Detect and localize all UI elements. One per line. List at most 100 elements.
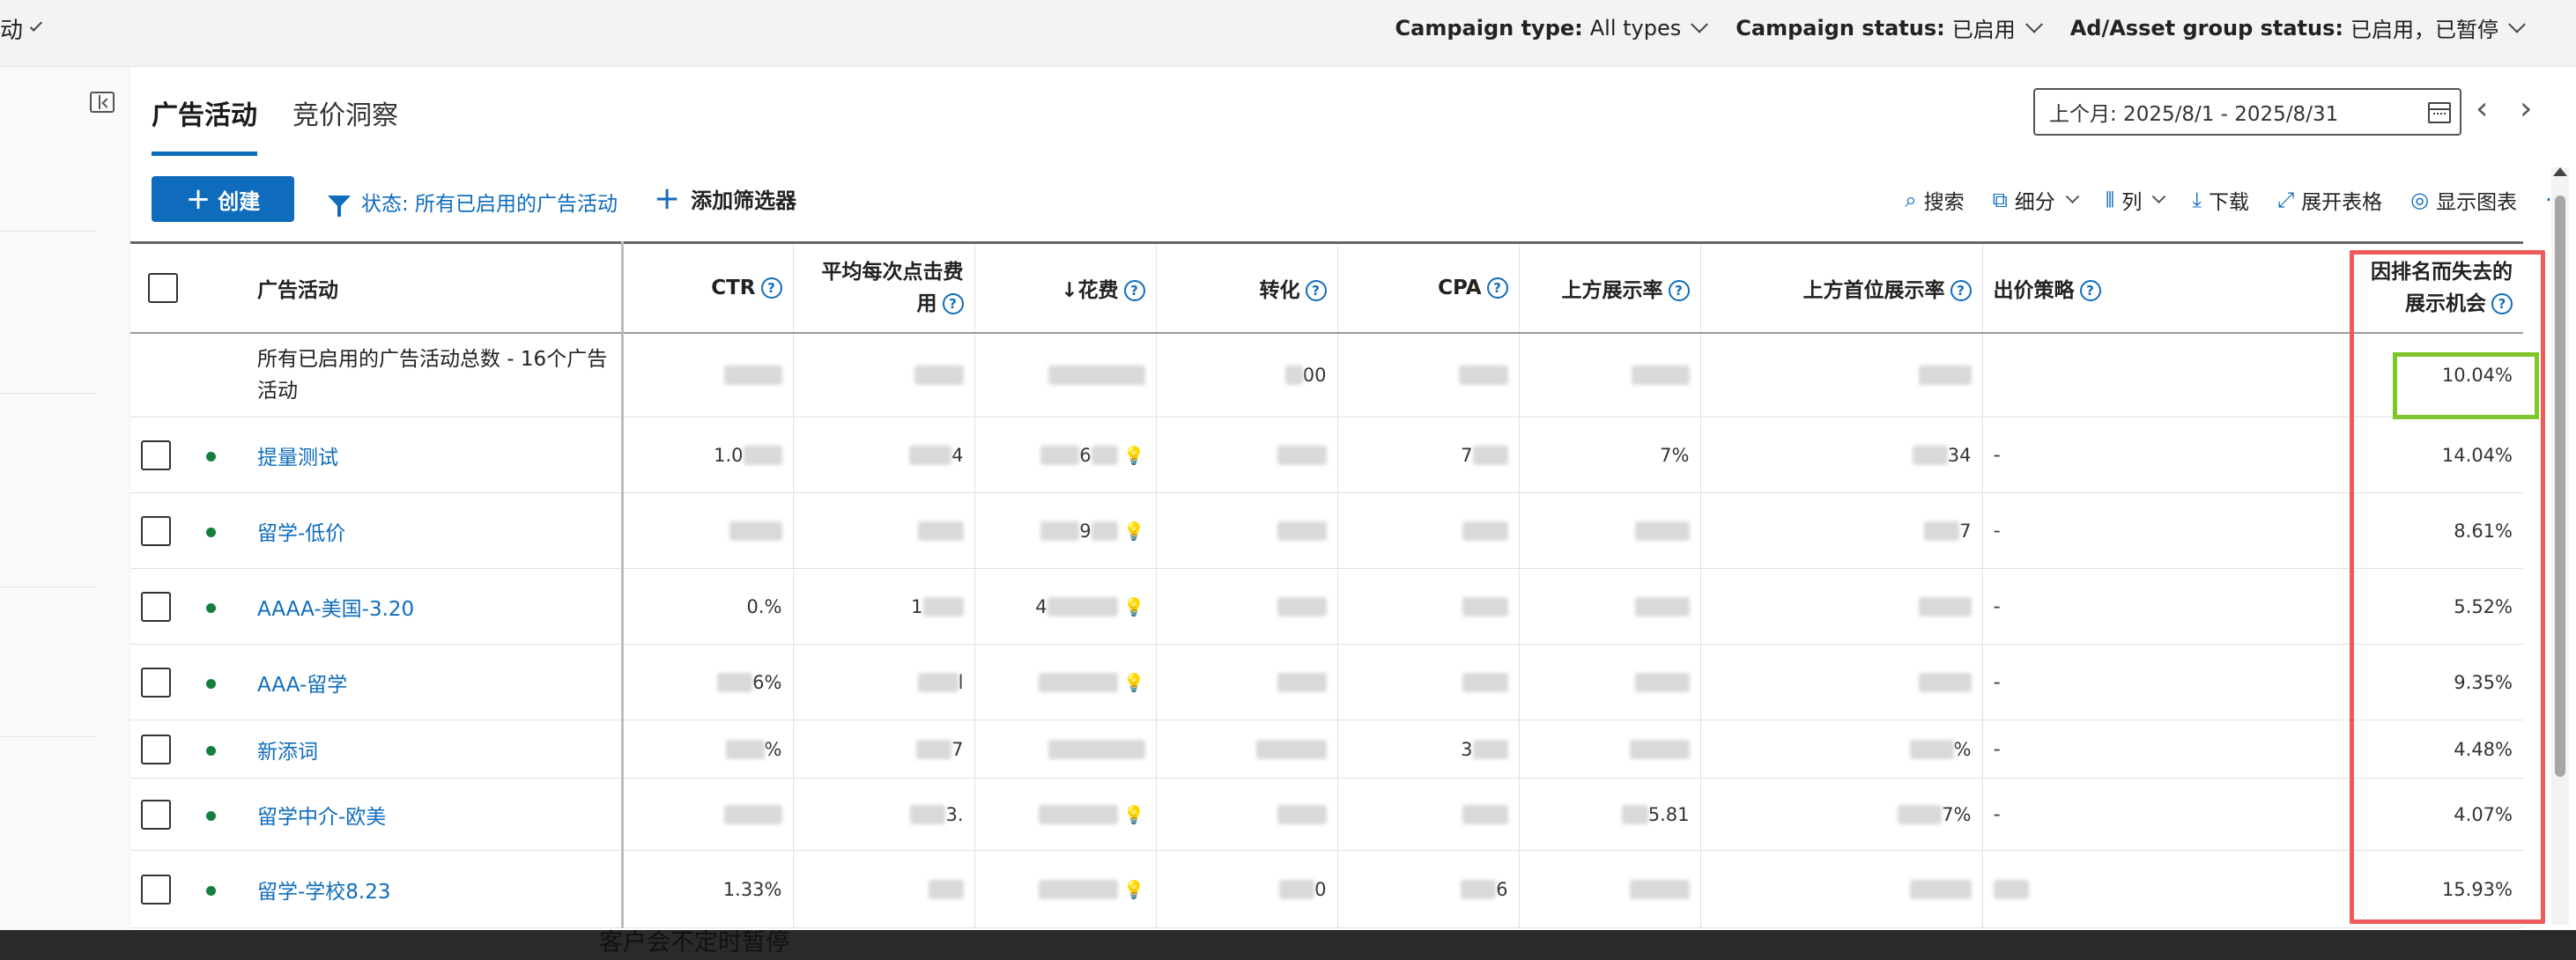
status-enabled-icon	[206, 745, 216, 756]
date-range-picker[interactable]: 上个月: 2025/8/1 - 2025/8/31	[2033, 88, 2461, 136]
row-bid-strategy: -	[1982, 568, 2350, 645]
row-checkbox[interactable]	[141, 591, 171, 622]
col-header-top-impr[interactable]: 上方展示率?	[1519, 241, 1701, 334]
table-row[interactable]: AAAA-美国-3.20 0.% 1 4 💡 - 5.52%	[130, 568, 2523, 645]
row-checkbox[interactable]	[141, 667, 171, 698]
table-row[interactable]: 提量测试 1.0 4 6 💡 7 7% 34 - 14.04%	[130, 417, 2523, 493]
col-header-ctr[interactable]: CTR?	[622, 241, 794, 334]
redacted-value	[1993, 880, 2029, 899]
col-header-conversions[interactable]: 转化?	[1156, 241, 1338, 334]
collapse-panel-icon[interactable]	[90, 92, 115, 113]
campaign-link[interactable]: AAA-留学	[257, 674, 347, 697]
col-header-cpa[interactable]: CPA?	[1337, 241, 1520, 334]
download-label: 下载	[2208, 191, 2249, 214]
download-button[interactable]: ⤓ 下载	[2192, 185, 2249, 215]
row-cost: 💡	[974, 850, 1157, 928]
plus-icon: +	[185, 181, 211, 217]
tab-campaigns[interactable]: 广告活动	[152, 93, 257, 156]
campaign-link[interactable]: 提量测试	[257, 447, 338, 469]
help-icon[interactable]: ?	[942, 293, 964, 315]
columns-button[interactable]: ⦀ 列	[2106, 185, 2166, 215]
truncated-menu[interactable]: 动	[0, 12, 43, 45]
col-header-bid-strategy[interactable]: 出价策略?	[1982, 241, 2350, 334]
select-all-checkbox[interactable]	[148, 272, 178, 303]
help-icon[interactable]: ?	[2079, 280, 2101, 302]
top-impr-value: 7%	[1660, 444, 1690, 466]
col-header-bid-strategy-label: 出价策略	[1993, 278, 2075, 302]
help-icon[interactable]: ?	[1668, 280, 1690, 302]
row-cpc: 4	[793, 417, 975, 493]
status-enabled-icon	[206, 451, 216, 462]
row-abs-top-impr: %	[1700, 720, 1983, 779]
scroll-up-icon[interactable]	[2553, 167, 2567, 176]
row-cpc	[793, 492, 975, 569]
redacted-value	[1472, 740, 1508, 759]
row-checkbox[interactable]	[141, 734, 171, 764]
campaign-link[interactable]: 新添词	[257, 741, 318, 764]
campaign-status-filter[interactable]: Campaign status: 已启用	[1736, 12, 2043, 43]
cost-value: 9	[1079, 520, 1092, 542]
row-status-cell	[196, 850, 247, 928]
table-row[interactable]: 新添词 % 7 3 % - 4.48%	[130, 720, 2523, 779]
help-icon[interactable]: ?	[1305, 280, 1327, 302]
lightbulb-icon[interactable]: 💡	[1123, 672, 1145, 693]
scrollbar-thumb[interactable]	[2555, 196, 2565, 777]
segment-button[interactable]: ⧉ 细分	[1993, 185, 2080, 215]
prev-period-icon[interactable]: ‹	[2476, 93, 2488, 125]
redacted-value	[1038, 880, 1118, 899]
rail-divider	[0, 231, 97, 232]
col-header-campaign-label: 广告活动	[257, 278, 338, 302]
tab-auction-insights[interactable]: 竞价洞察	[292, 93, 398, 156]
row-checkbox[interactable]	[141, 874, 171, 905]
row-checkbox[interactable]	[141, 799, 171, 830]
campaign-type-filter[interactable]: Campaign type: All types	[1395, 15, 1709, 41]
table-row[interactable]: 留学-低价 9 💡 7 - 8.61%	[130, 492, 2523, 569]
help-icon[interactable]: ?	[760, 277, 782, 299]
help-icon[interactable]: ?	[1950, 280, 1972, 302]
lightbulb-icon[interactable]: 💡	[1123, 445, 1145, 466]
row-status-cell	[196, 644, 247, 720]
lightbulb-icon[interactable]: 💡	[1123, 521, 1145, 542]
chevron-down-icon	[1691, 15, 1709, 33]
status-filter-chip[interactable]: 状态: 所有已启用的广告活动	[328, 187, 618, 217]
expand-table-button[interactable]: ⤢ 展开表格	[2277, 185, 2382, 215]
add-filter-button[interactable]: + 添加筛选器	[654, 182, 796, 214]
abs-top-value: 7%	[1942, 803, 1972, 825]
campaign-link[interactable]: 留学-低价	[257, 522, 345, 545]
redacted-value	[1279, 880, 1315, 899]
download-icon: ⤓	[2192, 188, 2202, 212]
ctr-value: %	[764, 738, 782, 760]
next-period-icon[interactable]: ›	[2520, 93, 2532, 125]
row-status-cell	[196, 720, 247, 779]
col-header-abs-top-impr[interactable]: 上方首位展示率?	[1700, 241, 1983, 334]
col-header-avg-cpc[interactable]: 平均每次点击费用?	[793, 241, 975, 334]
campaign-link[interactable]: 留学中介-欧美	[257, 806, 386, 829]
search-button[interactable]: ⌕ 搜索	[1905, 185, 1964, 215]
campaign-link[interactable]: AAAA-美国-3.20	[257, 598, 414, 621]
row-checkbox[interactable]	[141, 439, 171, 470]
redacted-value	[723, 366, 782, 386]
redacted-value	[1912, 446, 1948, 465]
cpa-value: 3	[1461, 738, 1473, 760]
truncated-menu-label: 动	[0, 18, 24, 44]
col-header-campaign[interactable]: 广告活动	[247, 241, 624, 334]
row-checkbox-cell	[130, 850, 196, 928]
lightbulb-icon[interactable]: 💡	[1123, 804, 1145, 825]
table-row[interactable]: AAA-留学 6% l 💡 - 9.35%	[130, 644, 2523, 720]
help-icon[interactable]: ?	[1123, 280, 1145, 302]
row-checkbox[interactable]	[141, 515, 171, 546]
table-row[interactable]: 留学中介-欧美 3. 💡 5.81 7% - 4.07%	[130, 778, 2523, 851]
help-icon[interactable]: ?	[1486, 277, 1508, 299]
col-header-cost[interactable]: ↓花费?	[974, 241, 1157, 334]
ad-group-status-filter[interactable]: Ad/Asset group status: 已启用，已暂停	[2070, 12, 2526, 43]
lightbulb-icon[interactable]: 💡	[1123, 879, 1145, 900]
lightbulb-icon[interactable]: 💡	[1123, 596, 1145, 617]
top-impr-value: 5.81	[1647, 803, 1690, 825]
total-cell-empty	[196, 332, 247, 417]
campaign-link[interactable]: 留学-学校8.23	[257, 881, 391, 904]
ctr-value: 1.0	[714, 444, 744, 466]
create-button[interactable]: + 创建	[152, 176, 294, 222]
table-row[interactable]: 留学-学校8.23 1.33% 💡 0 6 15.93%	[130, 850, 2523, 928]
show-chart-button[interactable]: ◎ 显示图表	[2410, 185, 2517, 215]
chevron-down-icon	[2508, 15, 2526, 33]
